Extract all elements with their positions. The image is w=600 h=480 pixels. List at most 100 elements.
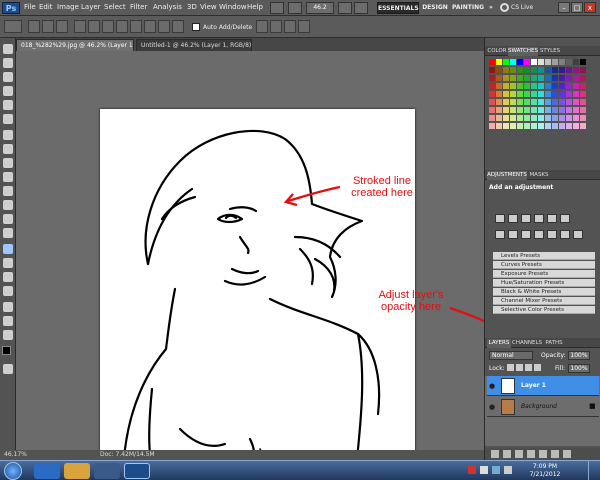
doc-size-info[interactable]: Doc: 7.42M/14.5M	[100, 450, 155, 460]
color-swatch[interactable]	[510, 115, 516, 121]
shape-tool-icon[interactable]	[3, 286, 13, 296]
color-swatch[interactable]	[524, 91, 530, 97]
start-button-icon[interactable]	[4, 462, 22, 480]
layer-row-background[interactable]: ● Background ■	[487, 397, 599, 417]
color-swatch[interactable]	[545, 67, 551, 73]
color-swatch[interactable]	[517, 67, 523, 73]
history-brush-tool-icon[interactable]	[3, 172, 13, 182]
pen-icon[interactable]	[74, 20, 86, 33]
preset-selective-color[interactable]: Selective Color Presets	[493, 306, 595, 314]
tray-icon-2[interactable]	[480, 466, 488, 474]
color-swatch[interactable]	[496, 107, 502, 113]
color-swatch[interactable]	[538, 91, 544, 97]
color-swatch[interactable]	[531, 91, 537, 97]
color-swatch[interactable]	[545, 115, 551, 121]
internet-explorer-icon[interactable]	[34, 463, 60, 479]
arrange-documents-icon[interactable]	[354, 2, 368, 14]
color-swatch[interactable]	[573, 99, 579, 105]
color-swatch[interactable]	[531, 99, 537, 105]
color-swatch[interactable]	[573, 83, 579, 89]
preset-levels[interactable]: Levels Presets	[493, 252, 595, 260]
color-swatch[interactable]	[573, 67, 579, 73]
color-swatch[interactable]	[517, 99, 523, 105]
color-swatch[interactable]	[559, 115, 565, 121]
custom-shape-icon[interactable]	[172, 20, 184, 33]
preset-exposure[interactable]: Exposure Presets	[493, 270, 595, 278]
fx-icon[interactable]	[503, 450, 511, 458]
color-swatch[interactable]	[524, 83, 530, 89]
fill-pixels-icon[interactable]	[56, 20, 68, 33]
color-swatch[interactable]	[545, 91, 551, 97]
photo-filter-icon[interactable]	[521, 230, 531, 239]
network-icon[interactable]	[492, 466, 500, 474]
healing-brush-tool-icon[interactable]	[3, 130, 13, 140]
color-swatch[interactable]	[510, 83, 516, 89]
menu-layer[interactable]: Layer	[81, 3, 101, 11]
color-swatch[interactable]	[552, 123, 558, 129]
lock-all-icon[interactable]	[534, 364, 541, 371]
color-swatch[interactable]	[545, 83, 551, 89]
menu-select[interactable]: Select	[104, 3, 126, 11]
color-swatch[interactable]	[573, 91, 579, 97]
color-swatch[interactable]	[552, 67, 558, 73]
color-swatch[interactable]	[552, 83, 558, 89]
color-swatch[interactable]	[573, 59, 579, 65]
color-swatch[interactable]	[510, 91, 516, 97]
tab-swatches[interactable]: SWATCHES	[508, 47, 538, 56]
color-swatch[interactable]	[510, 67, 516, 73]
tab-layers[interactable]: LAYERS	[487, 339, 511, 348]
threshold-icon[interactable]	[573, 230, 583, 239]
eyedropper-tool-icon[interactable]	[3, 114, 13, 124]
color-swatch[interactable]	[545, 75, 551, 81]
color-swatch[interactable]	[573, 115, 579, 121]
color-swatch[interactable]	[489, 59, 495, 65]
lasso-tool-icon[interactable]	[3, 72, 13, 82]
crop-tool-icon[interactable]	[3, 100, 13, 110]
volume-icon[interactable]	[504, 466, 512, 474]
invert-icon[interactable]	[547, 230, 557, 239]
swatch-grid[interactable]	[489, 59, 587, 133]
pen-tool-icon[interactable]	[3, 244, 13, 254]
blend-mode-select[interactable]: Normal	[489, 351, 533, 360]
zoom-percentage[interactable]: 46.17%	[4, 450, 27, 460]
color-swatch[interactable]	[538, 123, 544, 129]
vibrance-icon[interactable]	[547, 214, 557, 223]
color-swatch[interactable]	[531, 123, 537, 129]
tab-styles[interactable]: STYLES	[539, 47, 561, 56]
color-swatch[interactable]	[566, 67, 572, 73]
color-swatch[interactable]	[538, 115, 544, 121]
color-swatch[interactable]	[531, 75, 537, 81]
color-swatch[interactable]	[517, 75, 523, 81]
color-swatch[interactable]	[496, 99, 502, 105]
color-swatch[interactable]	[503, 99, 509, 105]
quick-mask-icon[interactable]	[3, 364, 13, 374]
line-icon[interactable]	[158, 20, 170, 33]
color-swatch[interactable]	[566, 115, 572, 121]
exposure-icon[interactable]	[534, 214, 544, 223]
show-desktop-button[interactable]	[588, 461, 600, 480]
clock-date[interactable]: 7/21/2012	[520, 471, 570, 478]
color-swatch[interactable]	[503, 75, 509, 81]
brush-tool-icon[interactable]	[3, 144, 13, 154]
color-swatch[interactable]	[496, 115, 502, 121]
color-swatch[interactable]	[496, 59, 502, 65]
color-swatch[interactable]	[531, 59, 537, 65]
close-button[interactable]: x	[584, 2, 596, 13]
color-swatch[interactable]	[524, 115, 530, 121]
type-tool-icon[interactable]	[3, 258, 13, 268]
color-swatch[interactable]	[489, 67, 495, 73]
file-explorer-icon[interactable]	[64, 463, 90, 479]
new-adjustment-icon[interactable]	[527, 450, 535, 458]
menu-filter[interactable]: Filter	[130, 3, 147, 11]
paths-icon[interactable]	[42, 20, 54, 33]
new-group-icon[interactable]	[539, 450, 547, 458]
color-swatch[interactable]	[489, 99, 495, 105]
color-swatch[interactable]	[573, 107, 579, 113]
color-swatch[interactable]	[566, 91, 572, 97]
color-swatch[interactable]	[489, 83, 495, 89]
clone-stamp-tool-icon[interactable]	[3, 158, 13, 168]
color-swatch[interactable]	[580, 107, 586, 113]
layer-name[interactable]: Background	[521, 403, 557, 410]
hand-tool-icon[interactable]	[3, 316, 13, 326]
color-swatch[interactable]	[545, 59, 551, 65]
